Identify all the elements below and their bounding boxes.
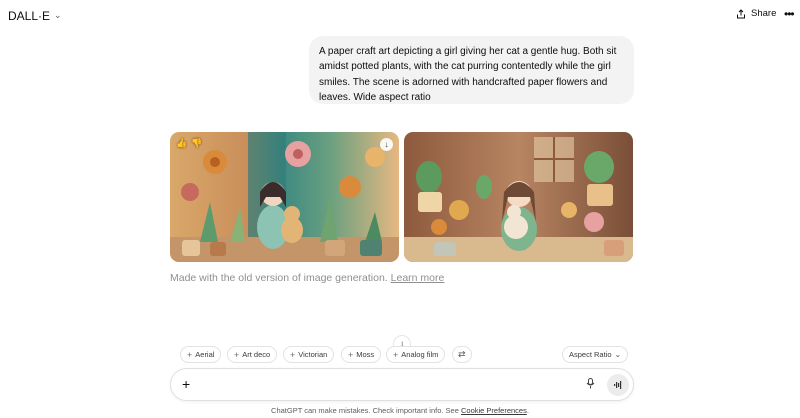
aspect-ratio-label: Aspect Ratio bbox=[569, 350, 612, 359]
chip-label: Art deco bbox=[242, 350, 271, 359]
model-selector[interactable]: DALL·E ⌄ bbox=[8, 9, 62, 23]
share-label: Share bbox=[751, 8, 777, 19]
plus-icon: + bbox=[393, 349, 399, 360]
shuffle-icon: ⇄ bbox=[458, 349, 466, 359]
thumbs-up-icon[interactable]: 👍 bbox=[176, 138, 187, 149]
paper-craft-image bbox=[404, 132, 633, 262]
chip-label: Moss bbox=[356, 350, 375, 359]
download-icon[interactable]: ↓ bbox=[380, 138, 393, 151]
chevron-down-icon: ⌄ bbox=[614, 350, 622, 359]
style-chip-aerial[interactable]: + Aerial bbox=[180, 346, 222, 363]
plus-icon: + bbox=[348, 349, 354, 360]
image-feedback-tools: 👍 👎 bbox=[176, 138, 202, 149]
chip-label: Victorian bbox=[298, 350, 328, 359]
voice-mode-button[interactable] bbox=[607, 374, 629, 396]
cookie-preferences-link[interactable]: Cookie Preferences bbox=[461, 406, 527, 415]
top-bar: DALL·E ⌄ Share ••• bbox=[0, 0, 800, 32]
plus-icon: + bbox=[234, 349, 240, 360]
chip-label: Aerial bbox=[195, 350, 215, 359]
paper-craft-image bbox=[170, 132, 399, 262]
thumbs-down-icon[interactable]: 👎 bbox=[191, 138, 202, 149]
plus-icon: + bbox=[187, 349, 193, 360]
microphone-icon[interactable] bbox=[586, 378, 595, 392]
share-icon bbox=[737, 8, 745, 18]
shuffle-button[interactable]: ⇄ bbox=[452, 346, 472, 363]
user-message: A paper craft art depicting a girl givin… bbox=[309, 36, 634, 104]
generated-image-2[interactable] bbox=[404, 132, 633, 262]
learn-more-link[interactable]: Learn more bbox=[391, 272, 445, 284]
style-chip-victorian[interactable]: + Victorian bbox=[283, 346, 335, 363]
footer-disclaimer: ChatGPT can make mistakes. Check importa… bbox=[0, 406, 800, 415]
share-button[interactable]: Share bbox=[736, 8, 776, 19]
chip-label: Analog film bbox=[401, 350, 439, 359]
waveform-icon bbox=[614, 381, 622, 389]
more-dots-icon[interactable]: ••• bbox=[784, 7, 795, 21]
message-composer: + bbox=[170, 368, 634, 401]
style-chip-moss[interactable]: + Moss bbox=[341, 346, 382, 363]
aspect-ratio-dropdown[interactable]: Aspect Ratio ⌄ bbox=[562, 346, 629, 363]
chevron-down-icon: ⌄ bbox=[54, 9, 62, 20]
image-generation-note: Made with the old version of image gener… bbox=[170, 272, 444, 284]
style-chip-analog-film[interactable]: + Analog film bbox=[386, 346, 446, 363]
disclaimer-end: . bbox=[526, 406, 529, 415]
made-with-text: Made with the old version of image gener… bbox=[170, 272, 388, 284]
style-chip-art-deco[interactable]: + Art deco bbox=[227, 346, 278, 363]
message-input[interactable] bbox=[203, 376, 583, 394]
disclaimer-text: ChatGPT can make mistakes. Check importa… bbox=[271, 406, 459, 415]
generated-image-1[interactable]: 👍 👎 ↓ bbox=[170, 132, 399, 262]
add-icon[interactable]: + bbox=[182, 376, 190, 392]
plus-icon: + bbox=[290, 349, 296, 360]
app-title: DALL·E bbox=[8, 9, 51, 23]
